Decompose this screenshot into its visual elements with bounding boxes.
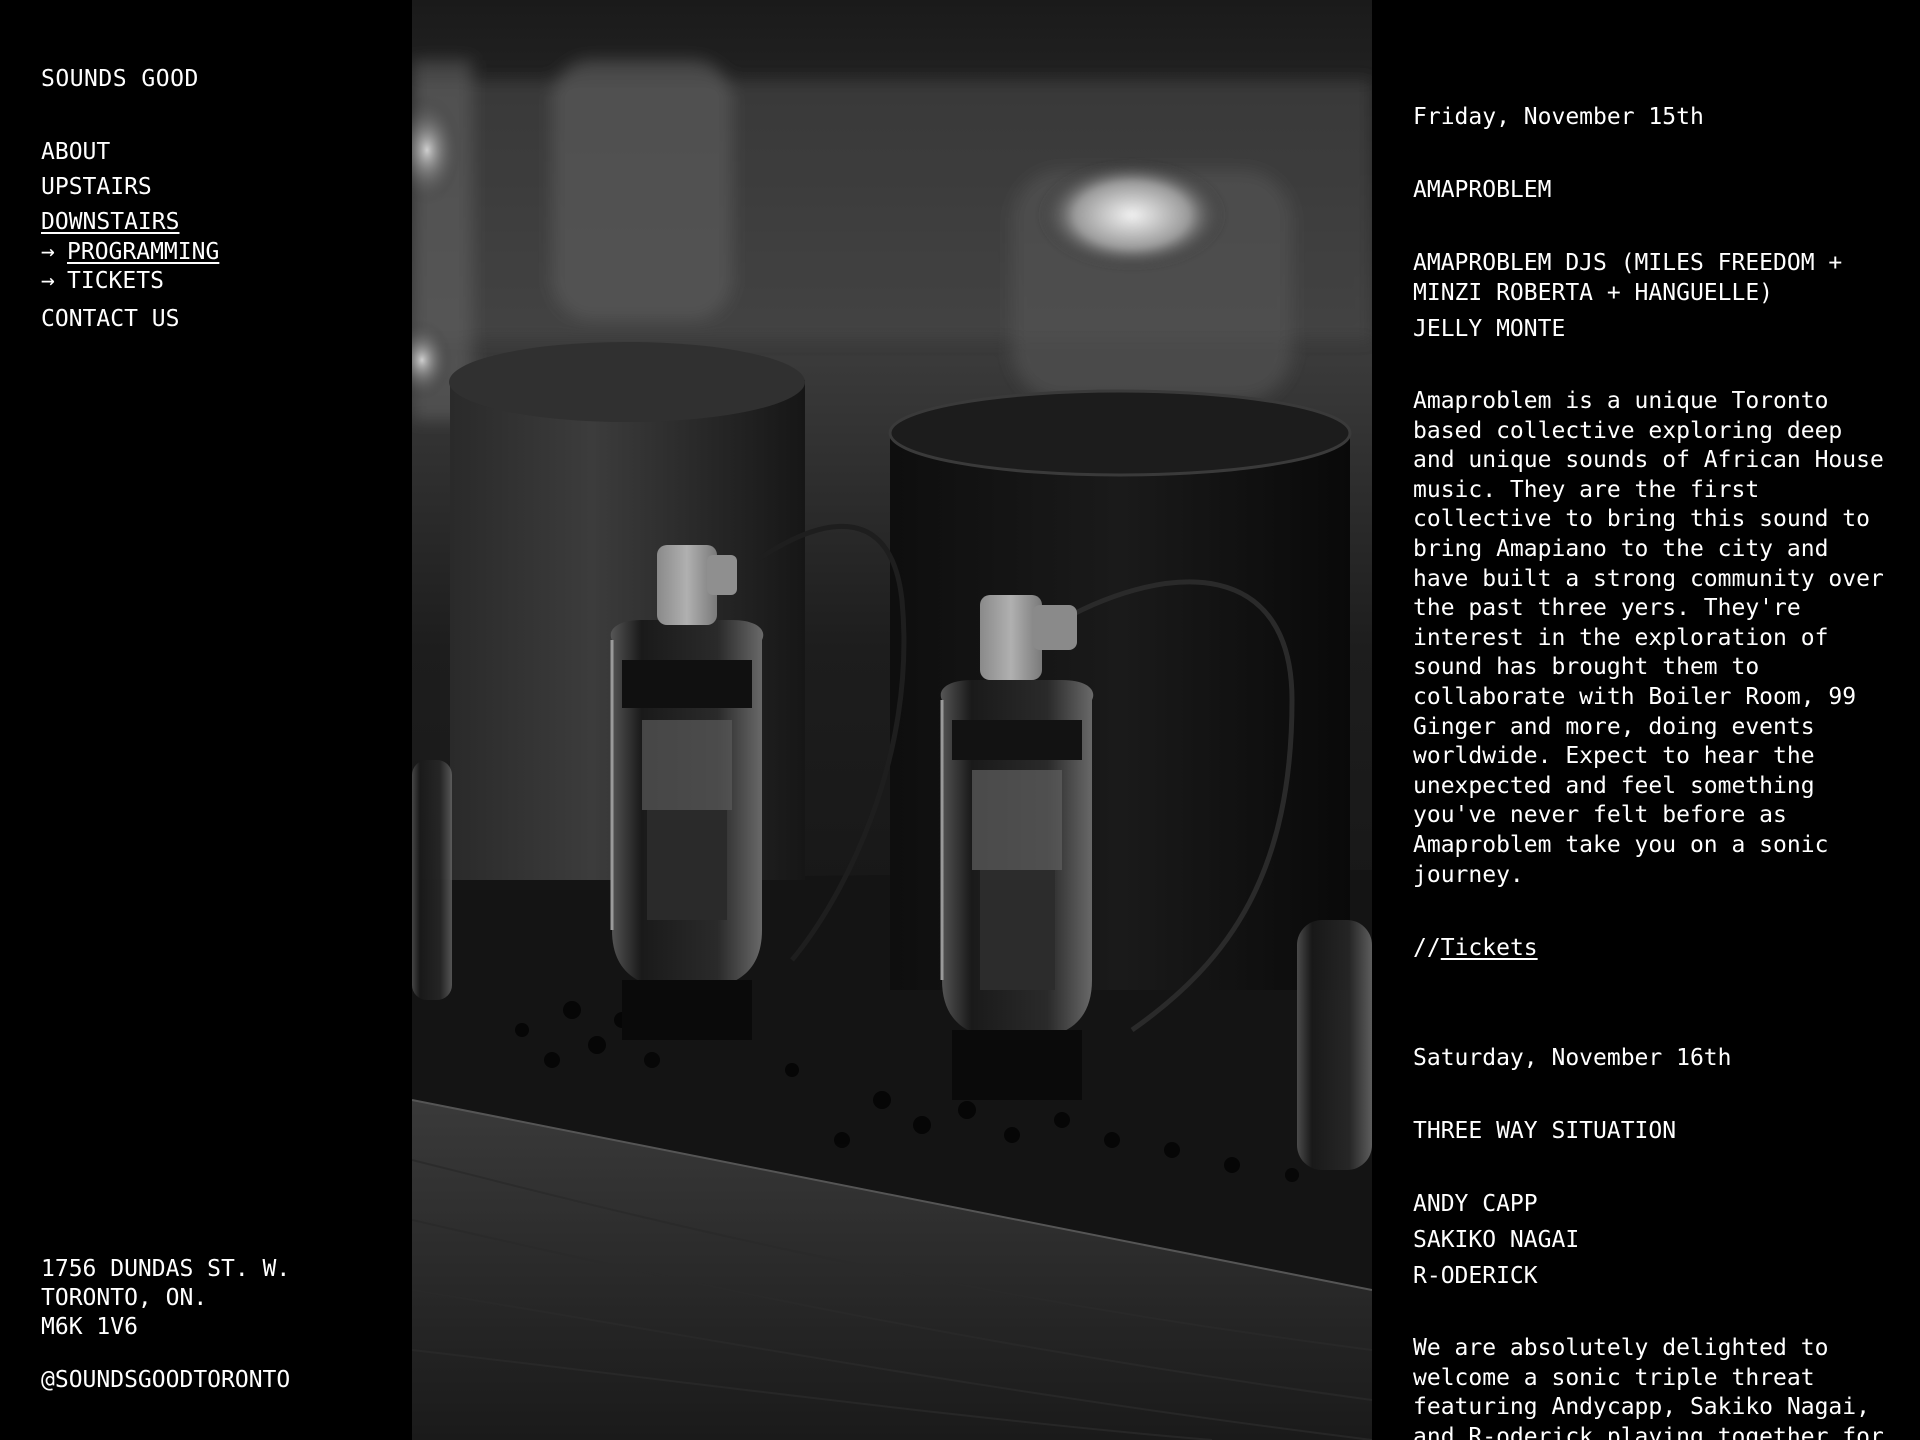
arrow-right-icon: → (41, 239, 55, 265)
tickets-link[interactable]: Tickets (1441, 935, 1538, 961)
event-description: We are absolutely delighted to welcome a… (1413, 1335, 1884, 1440)
address-line-3: M6K 1V6 (41, 1314, 138, 1340)
events-column[interactable]: Friday, November 15th AMAPROBLEM AMAPROB… (1372, 0, 1920, 1440)
nav-programming[interactable]: PROGRAMMING (67, 238, 219, 267)
lineup-artist: R-ODERICK (1413, 1263, 1538, 1290)
address-line-2: TORONTO, ON. (41, 1285, 208, 1311)
event-title: AMAPROBLEM (1413, 177, 1552, 203)
nav-downstairs[interactable]: DOWNSTAIRS (41, 205, 219, 240)
downstairs-subnav: → PROGRAMMING → TICKETS (41, 238, 219, 296)
main-nav: ABOUT UPSTAIRS DOWNSTAIRS → PROGRAMMING … (41, 135, 219, 337)
nav-contact[interactable]: CONTACT US (41, 302, 219, 337)
page: SOUNDS GOOD ABOUT UPSTAIRS DOWNSTAIRS → … (0, 0, 1920, 1440)
venue-address: 1756 DUNDAS ST. W. TORONTO, ON. M6K 1V6 (41, 1255, 290, 1342)
event-date: Friday, November 15th (1413, 104, 1704, 130)
event-card: Friday, November 15th AMAPROBLEM AMAPROB… (1413, 102, 1893, 963)
event-card: Saturday, November 16th THREE WAY SITUAT… (1413, 1043, 1893, 1440)
subnav-row-tickets: → TICKETS (41, 267, 219, 296)
lineup-artist: AMAPROBLEM DJS (MILES FREEDOM + MINZI RO… (1413, 250, 1843, 306)
event-description: Amaproblem is a unique Toronto based col… (1413, 388, 1884, 888)
event-tickets: //Tickets (1413, 933, 1893, 963)
nav-about[interactable]: ABOUT (41, 135, 219, 170)
nav-tickets[interactable]: TICKETS (67, 267, 164, 296)
hero-photo (412, 0, 1372, 1440)
subnav-row-programming: → PROGRAMMING (41, 238, 219, 267)
instagram-handle-link[interactable]: @SOUNDSGOODTORONTO (41, 1367, 290, 1393)
event-lineup: ANDY CAPP SAKIKO NAGAI R-ODERICK (1413, 1189, 1893, 1291)
address-line-1: 1756 DUNDAS ST. W. (41, 1256, 291, 1282)
site-logo[interactable]: SOUNDS GOOD (41, 66, 199, 92)
event-lineup: AMAPROBLEM DJS (MILES FREEDOM + MINZI RO… (1413, 248, 1893, 344)
nav-upstairs[interactable]: UPSTAIRS (41, 170, 219, 205)
events-list: Friday, November 15th AMAPROBLEM AMAPROB… (1413, 102, 1893, 1440)
lineup-artist: ANDY CAPP (1413, 1191, 1538, 1218)
tickets-prefix: // (1413, 935, 1441, 962)
sidebar: SOUNDS GOOD ABOUT UPSTAIRS DOWNSTAIRS → … (0, 0, 412, 1440)
lineup-artist: SAKIKO NAGAI (1413, 1227, 1580, 1254)
tube-amplifier-image (412, 0, 1372, 1440)
arrow-right-icon: → (41, 268, 55, 294)
event-date: Saturday, November 16th (1413, 1045, 1732, 1072)
lineup-artist: JELLY MONTE (1413, 316, 1566, 342)
event-title: THREE WAY SITUATION (1413, 1118, 1677, 1145)
